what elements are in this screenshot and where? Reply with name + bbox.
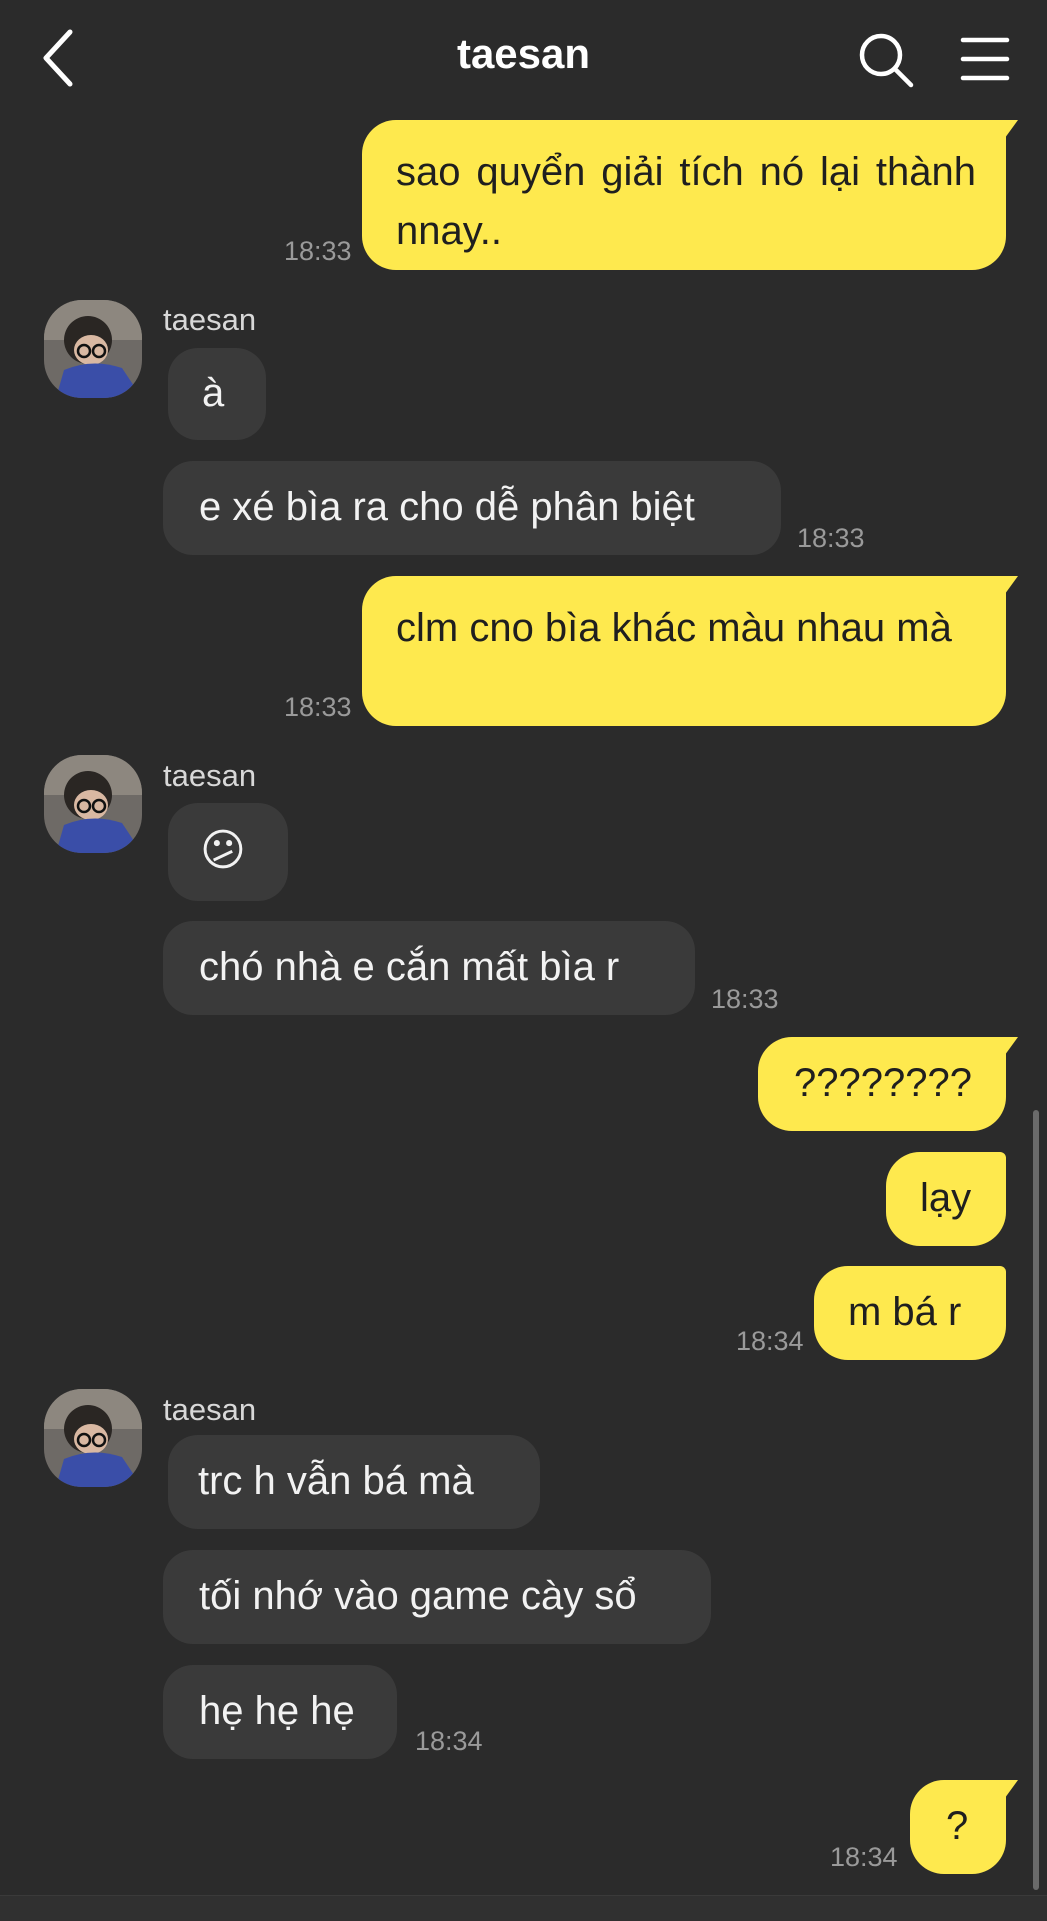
message-time: 18:34 <box>830 1842 898 1872</box>
avatar-photo <box>44 755 142 853</box>
message-time: 18:34 <box>415 1726 483 1756</box>
input-bar-edge <box>0 1895 1047 1921</box>
avatar-photo <box>44 1389 142 1487</box>
message-text: ???????? <box>794 1061 972 1105</box>
incoming-message-bubble[interactable]: à <box>168 348 266 440</box>
message-text: tối nhớ vào game cày sổ <box>199 1574 637 1618</box>
scrollbar[interactable] <box>1033 1110 1039 1890</box>
message-text: clm cno bìa khác màu nhau mà <box>396 606 952 650</box>
outgoing-message-bubble[interactable]: m bá r <box>814 1266 1006 1360</box>
outgoing-message-bubble[interactable]: clm cno bìa khác màu nhau mà <box>362 576 1006 726</box>
incoming-message-bubble[interactable]: trc h vẫn bá mà <box>168 1435 540 1529</box>
outgoing-message-bubble[interactable]: ? <box>910 1780 1006 1874</box>
message-time: 18:33 <box>284 236 352 266</box>
search-icon <box>859 33 914 88</box>
message-time: 18:33 <box>284 692 352 722</box>
avatar-photo <box>44 300 142 398</box>
emoji-confused-face: 😕 <box>200 826 246 875</box>
bubble-tail <box>996 1037 1018 1059</box>
outgoing-message-bubble[interactable]: lạy <box>886 1152 1006 1246</box>
message-text: chó nhà e cắn mất bìa r <box>199 945 620 989</box>
bubble-tail <box>996 576 1018 598</box>
message-text: sao quyển giải tích nó lại thành nnay.. <box>396 150 976 253</box>
sender-name: taesan <box>163 758 257 793</box>
sender-name: taesan <box>163 1392 257 1427</box>
message-text: hẹ hẹ hẹ <box>199 1689 355 1733</box>
menu-button[interactable] <box>960 36 1010 82</box>
search-button[interactable] <box>858 32 914 88</box>
incoming-message-bubble[interactable]: 😕 <box>168 803 288 901</box>
message-text: lạy <box>920 1176 972 1220</box>
avatar[interactable] <box>44 755 142 853</box>
chat-header: taesan <box>0 0 1047 118</box>
message-text: m bá r <box>848 1290 962 1334</box>
message-time: 18:34 <box>736 1326 804 1356</box>
incoming-message-bubble[interactable]: tối nhớ vào game cày sổ <box>163 1550 711 1644</box>
message-time: 18:33 <box>711 984 779 1014</box>
avatar[interactable] <box>44 300 142 398</box>
message-text: trc h vẫn bá mà <box>198 1459 474 1503</box>
outgoing-message-bubble[interactable]: sao quyển giải tích nó lại thành nnay.. <box>362 120 1006 270</box>
incoming-message-bubble[interactable]: e xé bìa ra cho dễ phân biệt <box>163 461 781 555</box>
hamburger-menu-icon <box>960 37 1010 81</box>
incoming-message-bubble[interactable]: chó nhà e cắn mất bìa r <box>163 921 695 1015</box>
message-text: e xé bìa ra cho dễ phân biệt <box>199 485 695 529</box>
avatar[interactable] <box>44 1389 142 1487</box>
bubble-tail <box>996 120 1018 142</box>
sender-name: taesan <box>163 302 257 337</box>
incoming-message-bubble[interactable]: hẹ hẹ hẹ <box>163 1665 397 1759</box>
message-text: ? <box>946 1804 969 1848</box>
bubble-tail <box>996 1780 1018 1802</box>
outgoing-message-bubble[interactable]: ???????? <box>758 1037 1006 1131</box>
message-time: 18:33 <box>797 523 865 553</box>
message-text: à <box>202 371 225 415</box>
